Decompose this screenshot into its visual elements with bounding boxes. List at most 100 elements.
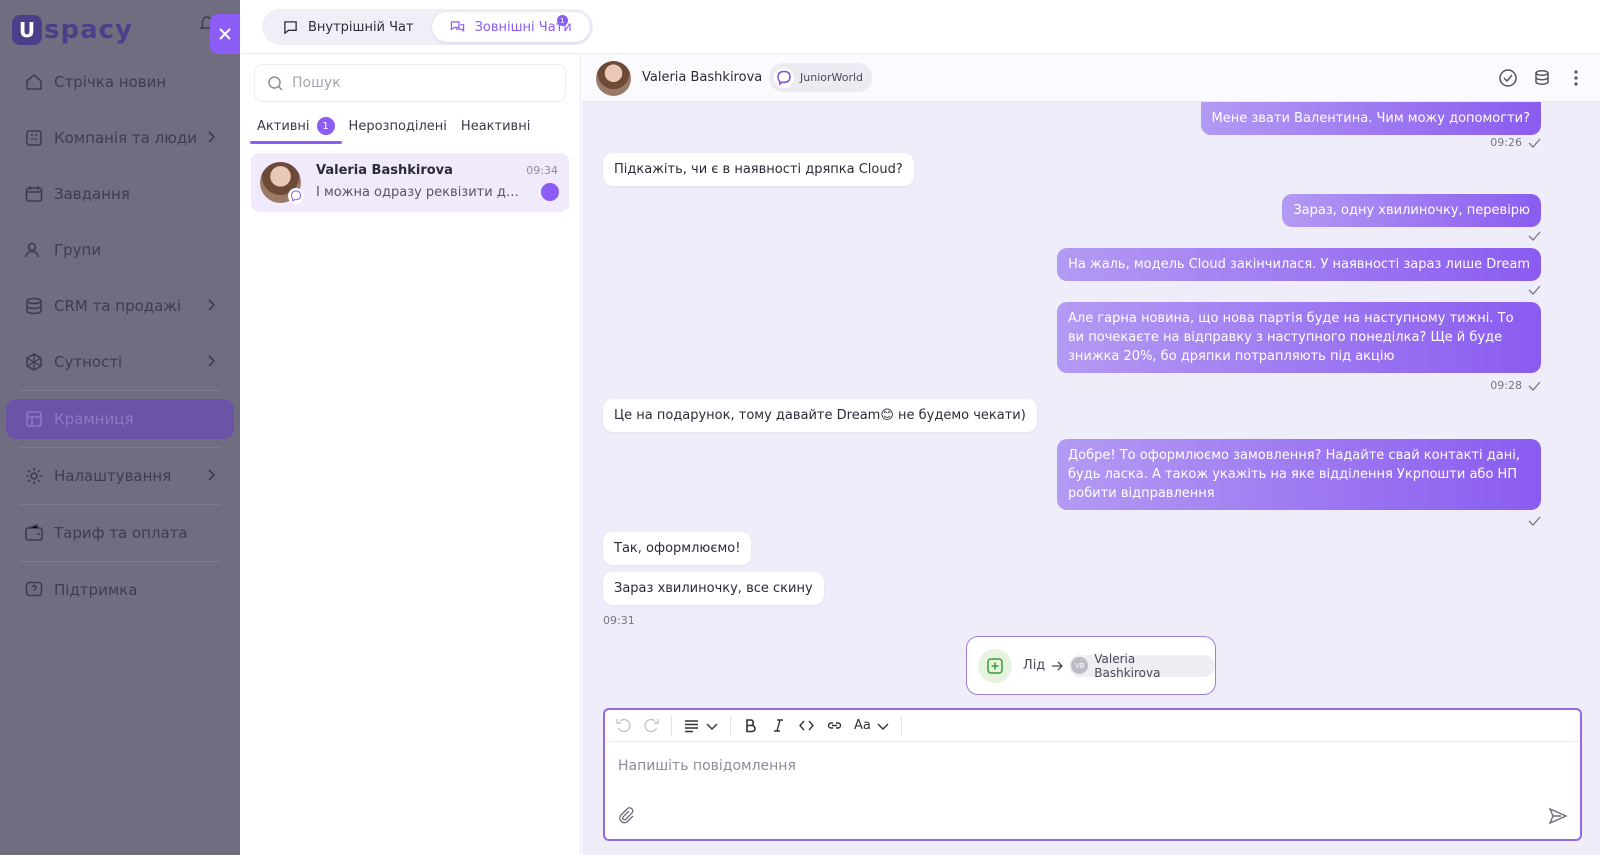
nav-divider bbox=[20, 390, 220, 391]
message-meta: 09:28 bbox=[1490, 379, 1541, 392]
message-time: 09:26 bbox=[1490, 136, 1522, 149]
sidebar-item-label: Групи bbox=[54, 241, 102, 259]
sidebar-item-store[interactable]: Крамниця bbox=[6, 399, 234, 439]
sidebar-item-company[interactable]: Компанія та люди bbox=[6, 118, 234, 158]
font-label: Aa bbox=[854, 718, 871, 733]
lead-card[interactable]: Лід VB Valeria Bashkirova bbox=[966, 636, 1216, 695]
wallet-icon bbox=[25, 523, 43, 541]
unread-badge: 1 bbox=[556, 15, 568, 26]
chat-topbar: Внутрішній Чат Зовнішні Чати 1 bbox=[240, 0, 1600, 54]
sidebar-item-crm[interactable]: CRM та продажі bbox=[6, 286, 234, 326]
message-time: 09:31 bbox=[603, 614, 635, 627]
align-dropdown[interactable] bbox=[683, 714, 719, 738]
tab-active[interactable]: Активні 1 bbox=[250, 110, 342, 144]
arrow-right-icon bbox=[1052, 661, 1064, 670]
sidebar-item-label: Налаштування bbox=[54, 467, 172, 485]
chevron-down-icon bbox=[706, 723, 718, 730]
italic-button[interactable] bbox=[770, 714, 787, 738]
chat-list-item[interactable]: Valeria Bashkirova 09:34 І можна одразу … bbox=[251, 153, 569, 212]
check-icon bbox=[1528, 516, 1541, 526]
message-text: Але гарна новина, що нова партія буде на… bbox=[1068, 311, 1514, 364]
lead-person-chip[interactable]: VB Valeria Bashkirova bbox=[1069, 651, 1215, 680]
message-text: Добре! То оформлюємо замовлення? Надайте… bbox=[1068, 448, 1520, 501]
tab-label: Неактивні bbox=[460, 118, 531, 134]
message-incoming: Зараз хвилиночку, все скину bbox=[603, 572, 824, 605]
tab-external-chats[interactable]: Зовнішні Чати 1 bbox=[431, 12, 590, 42]
chevron-right-icon bbox=[208, 469, 216, 481]
search-box bbox=[254, 64, 566, 102]
sidebar-item-label: Компанія та люди bbox=[54, 129, 197, 147]
check-icon bbox=[1528, 138, 1541, 148]
message-meta bbox=[1522, 231, 1541, 241]
close-icon bbox=[219, 28, 231, 40]
conversation-header: Valeria Bashkirova JuniorWorld bbox=[582, 54, 1600, 102]
header-actions bbox=[1484, 68, 1586, 88]
coins-icon bbox=[26, 297, 42, 315]
app-logo[interactable]: U spacy bbox=[12, 10, 133, 50]
users-icon bbox=[25, 242, 39, 258]
message-meta: 09:26 bbox=[1490, 136, 1541, 149]
send-icon[interactable] bbox=[1548, 806, 1568, 826]
message-outgoing: Але гарна новина, що нова партія буде на… bbox=[1057, 302, 1541, 373]
undo-button[interactable] bbox=[615, 714, 632, 738]
logo-mark: U bbox=[12, 15, 42, 45]
search-icon bbox=[268, 75, 283, 91]
undo-icon bbox=[616, 718, 631, 733]
tab-inactive[interactable]: Неактивні bbox=[454, 110, 537, 142]
chevron-right-icon bbox=[208, 355, 216, 367]
help-icon bbox=[25, 581, 43, 597]
contact-name[interactable]: Valeria Bashkirova bbox=[642, 70, 762, 85]
message-time: 09:28 bbox=[1490, 379, 1522, 392]
chevron-right-icon bbox=[208, 131, 216, 143]
sidebar-item-label: Завдання bbox=[54, 185, 130, 203]
chevron-down-icon bbox=[877, 723, 889, 730]
sidebar-item-groups[interactable]: Групи bbox=[6, 230, 234, 270]
link-icon bbox=[827, 722, 842, 729]
message-composer: Aa bbox=[603, 708, 1582, 841]
message-incoming: Підкажіть, чи є в наявності дряпка Cloud… bbox=[603, 153, 914, 186]
code-button[interactable] bbox=[798, 714, 815, 738]
person-name: Valeria Bashkirova bbox=[1094, 651, 1161, 680]
chat-preview: І можна одразу реквізити для оплати bbox=[316, 185, 524, 200]
viber-icon bbox=[288, 188, 304, 204]
message-text: Зараз, одну хвилиночку, перевірю bbox=[1293, 203, 1530, 218]
home-icon bbox=[26, 73, 42, 90]
tab-label: Внутрішній Чат bbox=[308, 19, 414, 35]
sidebar-item-settings[interactable]: Налаштування bbox=[6, 456, 234, 496]
sidebar-item-tasks[interactable]: Завдання bbox=[6, 174, 234, 214]
message-incoming: Це на подарунок, тому давайте Dream😊 не … bbox=[603, 399, 1037, 432]
sidebar-item-billing[interactable]: Тариф та оплата bbox=[6, 513, 234, 553]
toolbar-divider bbox=[730, 715, 731, 736]
tab-unassigned[interactable]: Нерозподілені bbox=[342, 110, 454, 142]
check-circle-icon[interactable] bbox=[1498, 68, 1518, 88]
bold-icon bbox=[746, 719, 756, 733]
tab-internal-chat[interactable]: Внутрішній Чат bbox=[265, 12, 432, 42]
sidebar-item-support[interactable]: Підтримка bbox=[6, 570, 234, 610]
font-dropdown[interactable]: Aa bbox=[854, 714, 890, 738]
close-panel-button[interactable] bbox=[210, 14, 240, 54]
chat-bubble-icon bbox=[284, 20, 297, 34]
search-input[interactable] bbox=[292, 75, 552, 91]
chat-time: 09:34 bbox=[526, 164, 558, 177]
unread-dot bbox=[541, 183, 559, 201]
code-icon bbox=[799, 720, 814, 731]
sidebar-item-label: CRM та продажі bbox=[54, 297, 182, 315]
coins-icon[interactable] bbox=[1532, 68, 1552, 88]
link-button[interactable] bbox=[826, 714, 843, 738]
check-icon bbox=[1528, 381, 1541, 391]
bold-button[interactable] bbox=[742, 714, 759, 738]
redo-button[interactable] bbox=[643, 714, 660, 738]
nav-divider bbox=[20, 504, 220, 505]
sidebar-item-news[interactable]: Стрічка новин bbox=[6, 62, 234, 102]
more-vertical-icon[interactable] bbox=[1566, 68, 1586, 88]
sidebar: U spacy Стрічка новин Компанія та люди З… bbox=[0, 0, 240, 855]
nav-divider bbox=[20, 561, 220, 562]
check-icon bbox=[1528, 285, 1541, 295]
viber-icon bbox=[774, 67, 794, 88]
check-icon bbox=[1528, 231, 1541, 241]
message-input[interactable] bbox=[618, 758, 1518, 782]
avatar[interactable] bbox=[596, 61, 631, 96]
sidebar-item-entities[interactable]: Сутності bbox=[6, 342, 234, 382]
paperclip-icon[interactable] bbox=[617, 806, 635, 824]
message-text: Підкажіть, чи є в наявності дряпка Cloud… bbox=[614, 162, 903, 177]
